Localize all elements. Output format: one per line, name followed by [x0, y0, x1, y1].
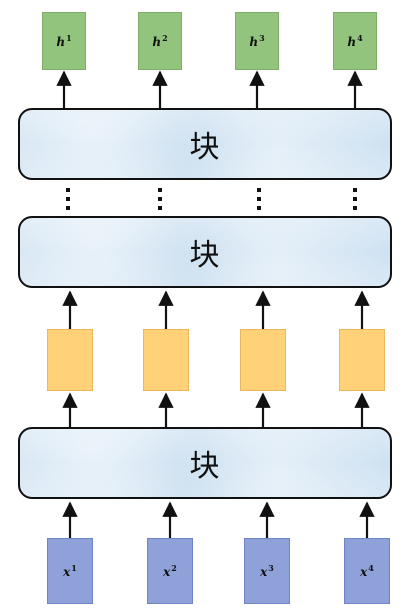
- block-top: 块: [18, 108, 392, 180]
- output-box-h2: h2: [138, 12, 182, 70]
- connections: [56, 70, 375, 538]
- output-label-h4: h4: [347, 33, 363, 49]
- input-box-x1: x1: [47, 538, 93, 604]
- intermediate-box-2: [143, 329, 189, 391]
- input-box-x3: x3: [244, 538, 290, 604]
- output-box-h3: h3: [235, 12, 279, 70]
- block-bottom-label: 块: [189, 449, 221, 484]
- input-box-x4: x4: [344, 538, 390, 604]
- output-label-h3: h3: [249, 33, 265, 49]
- input-label-x1: x1: [63, 563, 77, 579]
- block-middle-label: 块: [189, 238, 221, 273]
- block-bottom: 块: [18, 427, 392, 499]
- input-label-x4: x4: [360, 563, 374, 579]
- output-label-h2: h2: [152, 33, 168, 49]
- output-label-h1: h1: [56, 33, 72, 49]
- intermediate-box-4: [339, 329, 385, 391]
- input-label-x2: x2: [163, 563, 177, 579]
- block-top-label: 块: [189, 130, 221, 165]
- intermediate-box-3: [240, 329, 286, 391]
- output-box-h1: h1: [42, 12, 86, 70]
- transformer-diagram: h1 h2 h3 h4 块 块 块 x1 x2 x3 x4: [0, 0, 414, 612]
- output-box-h4: h4: [333, 12, 377, 70]
- input-label-x3: x3: [260, 563, 274, 579]
- input-box-x2: x2: [147, 538, 193, 604]
- intermediate-box-1: [47, 329, 93, 391]
- block-middle: 块: [18, 216, 392, 288]
